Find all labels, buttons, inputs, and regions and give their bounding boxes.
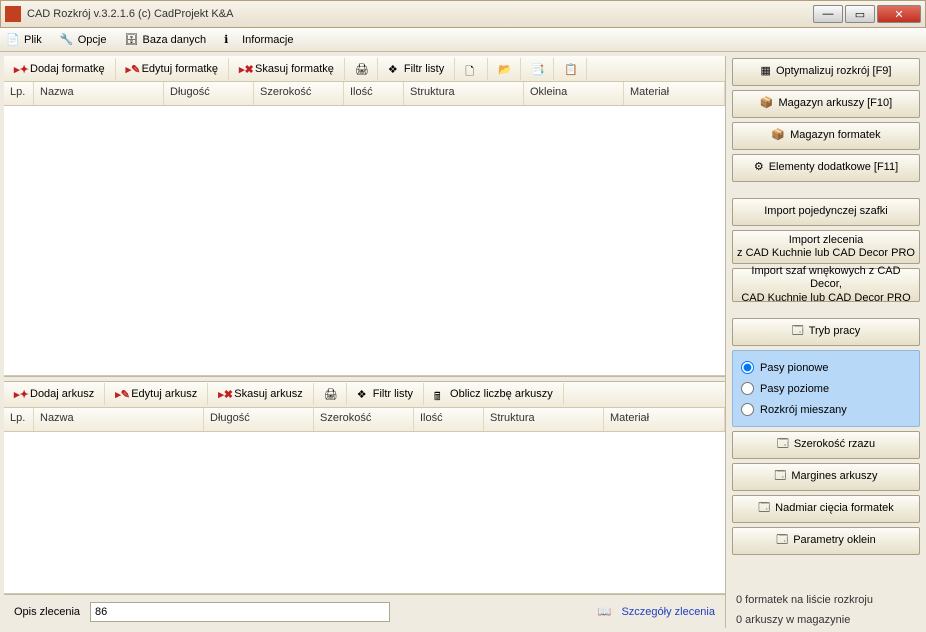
new-icon: 🗋 <box>465 63 477 75</box>
col-edging[interactable]: Okleina <box>524 82 624 105</box>
sheets-table-body[interactable] <box>4 432 725 594</box>
status-panels: 0 formatek na liście rozkroju <box>732 592 920 608</box>
edit-icon: ▸✎ <box>126 63 138 75</box>
toolbar-panels: ▸✦Dodaj formatkę ▸✎Edytuj formatkę ▸✖Ska… <box>4 56 725 82</box>
delete-icon: ▸✖ <box>239 63 251 75</box>
paste-button[interactable]: 📋 <box>554 58 587 80</box>
open-doc-button[interactable]: 📂 <box>488 58 521 80</box>
setting-icon: 🗔 <box>774 470 786 483</box>
import-single-button[interactable]: Import pojedynczej szafki <box>732 198 920 226</box>
print-sheets-button[interactable]: 🖨 <box>314 383 347 405</box>
bottom-bar: Opis zlecenia 📖 Szczegóły zlecenia <box>4 594 725 628</box>
order-details-link[interactable]: Szczegóły zlecenia <box>621 606 715 618</box>
paste-icon: 📋 <box>564 63 576 75</box>
filter-icon: ❖ <box>388 63 400 75</box>
box-icon: 📦 <box>760 97 774 110</box>
add-sheet-button[interactable]: ▸✦Dodaj arkusz <box>4 383 105 405</box>
open-icon: 📂 <box>498 63 510 75</box>
minimize-button[interactable]: — <box>813 5 843 23</box>
printer-icon: 🖨 <box>324 388 336 400</box>
options-icon: 🔧 <box>60 33 74 47</box>
panel-store-button[interactable]: 📦Magazyn formatek <box>732 122 920 150</box>
calculator-icon: 🖩 <box>434 388 446 400</box>
close-button[interactable]: ✕ <box>877 5 921 23</box>
copy-icon: 📑 <box>531 63 543 75</box>
radio-mixed[interactable]: Rozkrój mieszany <box>741 403 911 416</box>
menu-info[interactable]: ℹInformacje <box>224 33 293 47</box>
grid-icon: ▦ <box>761 65 771 78</box>
filter-sheets-button[interactable]: ❖Filtr listy <box>347 383 424 405</box>
add-panel-button[interactable]: ▸✦Dodaj formatkę <box>4 58 116 80</box>
side-panel: ▦Optymalizuj rozkrój [F9] 📦Magazyn arkus… <box>726 52 926 632</box>
panels-table-body[interactable] <box>4 106 725 376</box>
work-mode-button[interactable]: 🗔Tryb pracy <box>732 318 920 346</box>
status-sheets: 0 arkuszy w magazynie <box>732 612 920 628</box>
delete-sheet-button[interactable]: ▸✖Skasuj arkusz <box>208 383 313 405</box>
window-title: CAD Rozkrój v.3.2.1.6 (c) CadProjekt K&A <box>27 8 811 20</box>
radio-horizontal[interactable]: Pasy poziome <box>741 382 911 395</box>
import-order-button[interactable]: Import zleceniaz CAD Kuchnie lub CAD Dec… <box>732 230 920 264</box>
menu-options[interactable]: 🔧Opcje <box>60 33 107 47</box>
kerf-button[interactable]: 🗔Szerokość rzazu <box>732 431 920 459</box>
col-length[interactable]: Długość <box>164 82 254 105</box>
menubar: 📄Plik 🔧Opcje 🗄Baza danych ℹInformacje <box>0 28 926 52</box>
menu-database[interactable]: 🗄Baza danych <box>124 33 206 47</box>
col-structure[interactable]: Struktura <box>404 82 524 105</box>
overcut-button[interactable]: 🗔Nadmiar cięcia formatek <box>732 495 920 523</box>
edit-panel-button[interactable]: ▸✎Edytuj formatkę <box>116 58 229 80</box>
edit-sheet-button[interactable]: ▸✎Edytuj arkusz <box>105 383 208 405</box>
app-icon <box>5 6 21 22</box>
filter-icon: ❖ <box>357 388 369 400</box>
setting-icon: 🗔 <box>776 534 788 547</box>
col-qty[interactable]: Ilość <box>344 82 404 105</box>
col-length[interactable]: Długość <box>204 408 314 431</box>
delete-panel-button[interactable]: ▸✖Skasuj formatkę <box>229 58 345 80</box>
gears-icon: ⚙ <box>754 161 764 174</box>
col-material[interactable]: Materiał <box>624 82 725 105</box>
sheet-store-button[interactable]: 📦Magazyn arkuszy [F10] <box>732 90 920 118</box>
order-input[interactable] <box>90 602 390 622</box>
mode-icon: 🗔 <box>792 325 804 338</box>
titlebar: CAD Rozkrój v.3.2.1.6 (c) CadProjekt K&A… <box>0 0 926 28</box>
radio-vertical[interactable]: Pasy pionowe <box>741 361 911 374</box>
col-width[interactable]: Szerokość <box>314 408 414 431</box>
panels-table-header: Lp. Nazwa Długość Szerokość Ilość Strukt… <box>4 82 725 106</box>
filter-panels-button[interactable]: ❖Filtr listy <box>378 58 455 80</box>
col-material[interactable]: Materiał <box>604 408 725 431</box>
optimize-button[interactable]: ▦Optymalizuj rozkrój [F9] <box>732 58 920 86</box>
add-icon: ▸✦ <box>14 63 26 75</box>
col-width[interactable]: Szerokość <box>254 82 344 105</box>
delete-icon: ▸✖ <box>218 388 230 400</box>
printer-icon: 🖨 <box>355 63 367 75</box>
maximize-button[interactable]: ▭ <box>845 5 875 23</box>
order-label: Opis zlecenia <box>14 606 80 618</box>
book-icon: 📖 <box>598 605 612 618</box>
setting-icon: 🗔 <box>777 438 789 451</box>
copy-button[interactable]: 📑 <box>521 58 554 80</box>
calc-sheets-button[interactable]: 🖩Oblicz liczbę arkuszy <box>424 383 564 405</box>
print-button[interactable]: 🖨 <box>345 58 378 80</box>
menu-file[interactable]: 📄Plik <box>6 33 42 47</box>
sheets-table-header: Lp. Nazwa Długość Szerokość Ilość Strukt… <box>4 408 725 432</box>
col-lp[interactable]: Lp. <box>4 408 34 431</box>
toolbar-sheets: ▸✦Dodaj arkusz ▸✎Edytuj arkusz ▸✖Skasuj … <box>4 382 725 408</box>
col-structure[interactable]: Struktura <box>484 408 604 431</box>
edit-icon: ▸✎ <box>115 388 127 400</box>
add-icon: ▸✦ <box>14 388 26 400</box>
info-icon: ℹ <box>224 33 238 47</box>
database-icon: 🗄 <box>124 33 138 47</box>
box-icon: 📦 <box>771 129 785 142</box>
file-icon: 📄 <box>6 33 20 47</box>
col-qty[interactable]: Ilość <box>414 408 484 431</box>
setting-icon: 🗔 <box>758 502 770 515</box>
margin-button[interactable]: 🗔Margines arkuszy <box>732 463 920 491</box>
new-doc-button[interactable]: 🗋 <box>455 58 488 80</box>
col-name[interactable]: Nazwa <box>34 408 204 431</box>
edge-param-button[interactable]: 🗔Parametry oklein <box>732 527 920 555</box>
import-wardrobe-button[interactable]: Import szaf wnękowych z CAD Decor,CAD Ku… <box>732 268 920 302</box>
extras-button[interactable]: ⚙Elementy dodatkowe [F11] <box>732 154 920 182</box>
col-lp[interactable]: Lp. <box>4 82 34 105</box>
cut-mode-panel: Pasy pionowe Pasy poziome Rozkrój miesza… <box>732 350 920 427</box>
col-name[interactable]: Nazwa <box>34 82 164 105</box>
